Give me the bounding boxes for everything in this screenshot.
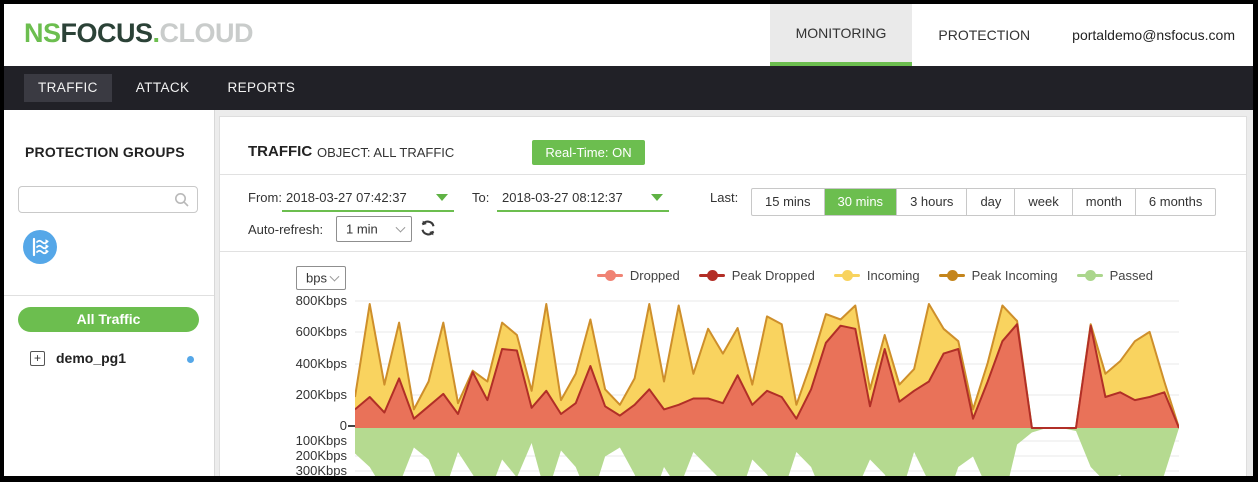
protection-groups-sidebar: PROTECTION GROUPS All Traffic + d	[4, 110, 215, 476]
chevron-down-icon	[330, 272, 340, 282]
autorefresh-label: Auto-refresh:	[248, 222, 323, 237]
title-divider	[220, 174, 1246, 175]
unit-value: bps	[306, 271, 327, 286]
peak-incoming-marker-icon	[939, 270, 965, 281]
autorefresh-value: 1 min	[346, 222, 378, 237]
autorefresh-select[interactable]: 1 min	[336, 216, 412, 242]
passed-marker-icon	[1077, 270, 1103, 281]
nsfocus-cloud-app: NSFOCUS.CLOUD MONITORING PROTECTION port…	[0, 0, 1258, 482]
last-label: Last:	[710, 190, 738, 205]
legend-item-passed[interactable]: Passed	[1077, 268, 1153, 283]
y-tick-400k: 400Kbps	[259, 356, 347, 371]
flow-waves-icon	[23, 230, 57, 264]
range-week-button[interactable]: week	[1014, 189, 1071, 215]
legend-item-dropped[interactable]: Dropped	[597, 268, 680, 283]
refresh-button[interactable]	[418, 218, 438, 238]
panel-title: TRAFFIC	[248, 143, 312, 160]
nav-item-attack[interactable]: ATTACK	[122, 74, 204, 102]
incoming-marker-icon	[834, 270, 860, 281]
legend-item-peak-incoming[interactable]: Peak Incoming	[939, 268, 1058, 283]
nsfocus-logo[interactable]: NSFOCUS.CLOUD	[24, 18, 253, 49]
from-dropdown-arrow-icon[interactable]	[436, 194, 448, 201]
from-datetime-field[interactable]: 2018-03-27 07:42:37	[286, 190, 407, 205]
header-right: MONITORING PROTECTION portaldemo@nsfocus…	[770, 4, 1235, 66]
nav-item-traffic[interactable]: TRAFFIC	[24, 74, 112, 102]
y-tick-zero: 0	[259, 418, 347, 433]
dropped-marker-icon	[597, 270, 623, 281]
main-navbar: TRAFFIC ATTACK REPORTS	[4, 66, 1253, 110]
unit-select[interactable]: bps	[296, 266, 346, 290]
filter-divider	[220, 251, 1246, 252]
range-3-hours-button[interactable]: 3 hours	[896, 189, 966, 215]
group-status-dot	[187, 356, 194, 363]
range-6-months-button[interactable]: 6 months	[1135, 189, 1215, 215]
account-email[interactable]: portaldemo@nsfocus.com	[1056, 4, 1235, 66]
time-range-group: 15 mins 30 mins 3 hours day week month 6…	[751, 188, 1216, 216]
logo-focus: FOCUS	[61, 18, 153, 48]
logo-dot: .	[153, 18, 160, 48]
all-traffic-button[interactable]: All Traffic	[18, 307, 199, 332]
legend-item-peak-dropped[interactable]: Peak Dropped	[699, 268, 815, 283]
search-icon	[174, 192, 190, 208]
range-30-mins-button[interactable]: 30 mins	[824, 189, 897, 215]
sidebar-divider	[4, 295, 214, 296]
range-month-button[interactable]: month	[1072, 189, 1135, 215]
expand-plus-icon[interactable]: +	[30, 351, 45, 366]
to-label: To:	[472, 190, 489, 205]
y-tick-600k: 600Kbps	[259, 324, 347, 339]
y-tick-neg200k: 200Kbps	[259, 448, 347, 463]
range-15-mins-button[interactable]: 15 mins	[752, 189, 824, 215]
search-box	[18, 186, 198, 213]
y-tick-neg300k: 300Kbps	[259, 463, 347, 478]
chart-legend: Dropped Peak Dropped Incoming Peak Incom…	[597, 268, 1153, 283]
from-label: From:	[248, 190, 282, 205]
range-day-button[interactable]: day	[966, 189, 1014, 215]
tab-monitoring[interactable]: MONITORING	[770, 4, 913, 66]
to-underline	[497, 210, 669, 212]
legend-item-incoming[interactable]: Incoming	[834, 268, 920, 283]
y-tick-800k: 800Kbps	[259, 293, 347, 308]
traffic-flow-icon[interactable]	[23, 230, 57, 264]
top-header: NSFOCUS.CLOUD MONITORING PROTECTION port…	[4, 4, 1253, 66]
to-dropdown-arrow-icon[interactable]	[651, 194, 663, 201]
object-label: OBJECT: ALL TRAFFIC	[317, 145, 454, 160]
nav-item-reports[interactable]: REPORTS	[213, 74, 309, 102]
tab-protection[interactable]: PROTECTION	[912, 4, 1056, 66]
y-tick-neg100k: 100Kbps	[259, 433, 347, 448]
refresh-icon	[418, 218, 438, 238]
y-tick-200k: 200Kbps	[259, 387, 347, 402]
chevron-down-icon	[396, 223, 406, 233]
realtime-toggle-button[interactable]: Real-Time: ON	[532, 140, 645, 165]
sidebar-title: PROTECTION GROUPS	[25, 144, 185, 160]
logo-cloud: CLOUD	[160, 18, 254, 48]
traffic-area-chart[interactable]	[355, 294, 1179, 479]
peak-dropped-marker-icon	[699, 270, 725, 281]
search-input[interactable]	[27, 188, 172, 211]
from-underline	[282, 210, 454, 212]
to-datetime-field[interactable]: 2018-03-27 08:12:37	[502, 190, 623, 205]
traffic-panel: TRAFFIC OBJECT: ALL TRAFFIC Real-Time: O…	[219, 116, 1247, 476]
group-label[interactable]: demo_pg1	[56, 350, 126, 366]
logo-ns: NS	[24, 18, 61, 48]
group-row-demo-pg1: + demo_pg1	[4, 348, 214, 372]
